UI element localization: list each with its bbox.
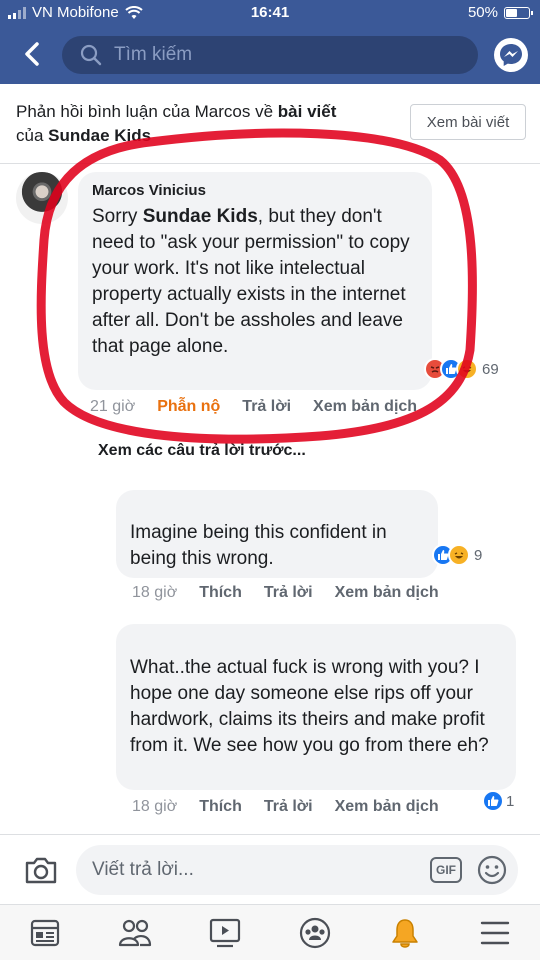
reaction-summary[interactable]: 69 bbox=[424, 358, 499, 380]
reaction-count: 9 bbox=[474, 546, 483, 564]
comment-actions: 18 giờ Thích Trả lời Xem bản dịch bbox=[132, 584, 439, 602]
translate-button[interactable]: Xem bản dịch bbox=[313, 398, 417, 416]
news-feed-icon bbox=[30, 919, 60, 946]
comment-author[interactable]: Marcos Vinicius bbox=[92, 182, 206, 199]
reply-composer: GIF bbox=[0, 834, 540, 904]
reaction-button[interactable]: Phẫn nộ bbox=[157, 398, 220, 416]
reaction-count: 69 bbox=[482, 360, 499, 378]
comment-bubble: Imagine being this confident in being th… bbox=[116, 490, 438, 578]
tab-groups[interactable] bbox=[295, 913, 335, 953]
comment-time: 18 giờ bbox=[132, 798, 178, 815]
groups-icon bbox=[299, 917, 331, 948]
comment-text: What..the actual fuck is wrong with you?… bbox=[130, 657, 489, 756]
reply-input-box: GIF bbox=[76, 845, 518, 895]
comment-bubble: What..the actual fuck is wrong with you?… bbox=[116, 624, 516, 790]
reaction-summary[interactable]: 9 bbox=[432, 544, 482, 566]
battery-status: 50% bbox=[467, 4, 533, 21]
camera-icon[interactable] bbox=[24, 855, 58, 885]
comment-text: Imagine being this confident in being th… bbox=[130, 522, 387, 569]
tab-notifications[interactable] bbox=[385, 913, 425, 953]
reply-button[interactable]: Trả lời bbox=[264, 798, 313, 816]
app-header: VN Mobifone 16:41 50% Tìm kiếm bbox=[0, 0, 540, 84]
reply-context-text: Phản hồi bình luận của Marcos về bài viế… bbox=[16, 100, 396, 148]
comment-actions: 18 giờ Thích Trả lời Xem bản dịch bbox=[132, 798, 439, 816]
like-button[interactable]: Thích bbox=[199, 584, 242, 602]
reaction-count: 1 bbox=[506, 792, 515, 810]
tab-menu[interactable] bbox=[475, 913, 515, 953]
haha-reaction-icon bbox=[448, 544, 470, 566]
reply-input[interactable] bbox=[92, 857, 412, 883]
like-reaction-icon bbox=[482, 790, 504, 812]
status-bar: VN Mobifone 16:41 50% bbox=[0, 0, 540, 28]
reply-button[interactable]: Trả lời bbox=[242, 398, 291, 416]
reaction-summary[interactable]: 1 bbox=[482, 790, 514, 812]
translate-button[interactable]: Xem bản dịch bbox=[335, 798, 439, 816]
comment-actions: 21 giờ Phẫn nộ Trả lời Xem bản dịch bbox=[90, 398, 417, 416]
bell-icon bbox=[392, 918, 418, 948]
tab-news-feed[interactable] bbox=[25, 913, 65, 953]
search-placeholder: Tìm kiếm bbox=[114, 44, 193, 65]
emoji-icon[interactable] bbox=[476, 854, 508, 886]
friends-icon bbox=[118, 919, 152, 946]
tab-friends[interactable] bbox=[115, 913, 155, 953]
page-name-link[interactable]: Sundae Kids bbox=[48, 126, 151, 145]
haha-reaction-icon bbox=[456, 358, 478, 380]
search-input[interactable]: Tìm kiếm bbox=[62, 36, 478, 74]
battery-percent: 50% bbox=[467, 4, 498, 21]
battery-icon bbox=[504, 6, 533, 19]
translate-button[interactable]: Xem bản dịch bbox=[335, 584, 439, 602]
reply-button[interactable]: Trả lời bbox=[264, 584, 313, 602]
comment-text-rest: , but they don't need to "ask your permi… bbox=[92, 206, 410, 357]
comment-bubble: Marcos Vinicius Sorry Sundae Kids, but t… bbox=[78, 172, 432, 390]
messenger-button[interactable] bbox=[494, 38, 528, 72]
hamburger-menu-icon bbox=[480, 921, 510, 944]
watch-video-icon bbox=[209, 918, 241, 947]
context-text-1: Phản hồi bình luận của Marcos về bbox=[16, 102, 278, 121]
search-icon bbox=[80, 44, 102, 66]
like-button[interactable]: Thích bbox=[199, 798, 242, 816]
comment-text: Sorry Sundae Kids, but they don't need t… bbox=[92, 204, 422, 360]
back-arrow-icon[interactable] bbox=[18, 38, 48, 70]
clock: 16:41 bbox=[250, 4, 290, 21]
bottom-tab-bar bbox=[0, 904, 540, 960]
comment-time: 21 giờ bbox=[90, 398, 136, 415]
comment-text-prefix: Sorry bbox=[92, 206, 143, 227]
messenger-icon bbox=[500, 44, 522, 66]
context-text-2: của bbox=[16, 126, 49, 145]
tab-watch[interactable] bbox=[205, 913, 245, 953]
avatar[interactable] bbox=[16, 172, 68, 224]
mention-link[interactable]: Sundae Kids bbox=[143, 206, 258, 227]
post-link[interactable]: bài viết bbox=[278, 102, 337, 121]
view-previous-replies-link[interactable]: Xem các câu trả lời trước... bbox=[98, 442, 306, 460]
gif-button[interactable]: GIF bbox=[430, 857, 462, 883]
view-post-button[interactable]: Xem bài viết bbox=[410, 104, 526, 140]
comment-time: 18 giờ bbox=[132, 584, 178, 601]
